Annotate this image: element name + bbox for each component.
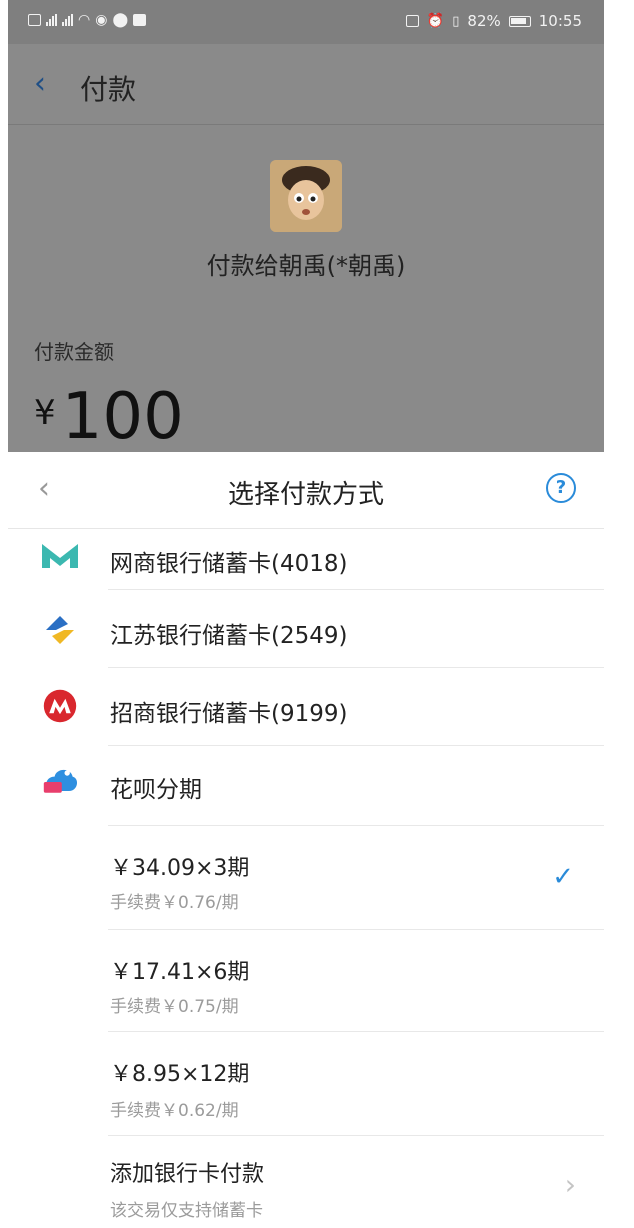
check-icon: ✓ <box>552 862 574 892</box>
sheet-title: 选择付款方式 <box>227 480 384 510</box>
signal-icon-2 <box>62 14 73 26</box>
method-label: 花呗分期 <box>110 777 202 803</box>
installment-option-6[interactable]: ￥17.41×6期 手续费￥0.75/期 <box>8 930 604 1032</box>
payment-header: ‹ 付款 <box>8 44 604 125</box>
amount-label: 付款金额 <box>34 340 114 364</box>
installment-amount: ￥8.95×12期 <box>110 1062 250 1087</box>
back-button[interactable]: ‹ <box>34 69 46 99</box>
method-label: 江苏银行储蓄卡(2549) <box>110 623 348 649</box>
add-card-note: 该交易仅支持储蓄卡 <box>110 1201 263 1221</box>
mybank-logo-icon <box>42 544 78 568</box>
cmb-logo-icon <box>43 689 77 723</box>
hd-icon <box>28 14 41 26</box>
huabei-logo-icon <box>43 769 78 793</box>
status-left-icons: ◠ ◉ ⬤ <box>28 12 147 28</box>
nfc-icon <box>405 15 419 27</box>
battery-percent: 82% <box>467 12 501 30</box>
status-bar: ◠ ◉ ⬤ ⏰ ▯ 82% 10:55 <box>8 0 604 44</box>
installment-fee: 手续费￥0.62/期 <box>110 1101 239 1121</box>
installment-amount: ￥17.41×6期 <box>110 960 250 985</box>
installment-fee: 手续费￥0.75/期 <box>110 997 239 1017</box>
amount-value: 100 <box>61 380 184 454</box>
amount-display: ¥100 <box>34 380 184 454</box>
wifi-icon: ◠ <box>78 12 91 28</box>
help-icon[interactable]: ? <box>546 473 576 503</box>
method-row-cmb[interactable]: 招商银行储蓄卡(9199) <box>8 668 604 746</box>
shield-icon: ⬤ <box>112 12 129 28</box>
signal-icon <box>46 14 57 26</box>
installment-fee: 手续费￥0.76/期 <box>110 893 239 913</box>
alarm-icon: ⏰ <box>426 13 445 29</box>
method-row-mybank[interactable]: 网商银行储蓄卡(4018) <box>8 528 604 590</box>
battery-icon <box>508 15 531 27</box>
payment-method-sheet: ‹ 选择付款方式 ? 网商银行储蓄卡(4018) 江苏银行储蓄卡(2549) 招… <box>8 452 604 1228</box>
installment-option-12[interactable]: ￥8.95×12期 手续费￥0.62/期 <box>8 1032 604 1136</box>
payee-name: 付款给朝禹(*朝禹) <box>206 252 406 280</box>
add-card-label: 添加银行卡付款 <box>110 1162 265 1187</box>
clock: 10:55 <box>538 12 582 30</box>
installment-amount: ￥34.09×3期 <box>110 856 250 881</box>
vibrate-icon: ▯ <box>452 13 460 29</box>
currency-symbol: ¥ <box>34 393 56 433</box>
chevron-right-icon: › <box>564 1168 576 1201</box>
avatar <box>270 160 342 232</box>
jiangsu-bank-logo-icon <box>46 616 74 644</box>
app-notification-icon <box>133 14 147 26</box>
installment-option-3[interactable]: ￥34.09×3期 手续费￥0.76/期 ✓ <box>8 826 604 930</box>
eye-icon: ◉ <box>95 12 108 28</box>
sheet-header: ‹ 选择付款方式 ? <box>8 452 604 529</box>
page-title: 付款 <box>80 73 137 106</box>
method-row-huabei[interactable]: 花呗分期 <box>8 746 604 826</box>
payment-page-dimmed: ◠ ◉ ⬤ ⏰ ▯ 82% 10:55 ‹ 付款 付款给朝禹(*朝禹) 付款金额… <box>8 0 604 454</box>
method-row-jiangsu-bank[interactable]: 江苏银行储蓄卡(2549) <box>8 590 604 668</box>
method-label: 招商银行储蓄卡(9199) <box>110 701 348 727</box>
status-right-icons: ⏰ ▯ 82% 10:55 <box>405 12 582 30</box>
add-bank-card-row[interactable]: 添加银行卡付款 该交易仅支持储蓄卡 › <box>8 1136 604 1228</box>
method-label: 网商银行储蓄卡(4018) <box>110 551 348 577</box>
phone-screen: ◠ ◉ ⬤ ⏰ ▯ 82% 10:55 ‹ 付款 付款给朝禹(*朝禹) 付款金额… <box>8 0 604 1228</box>
